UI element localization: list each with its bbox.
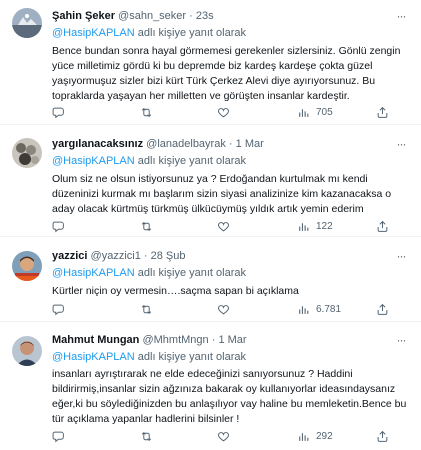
reply-context: @HasipKAPLAN adlı kişiye yanıt olarak bbox=[52, 267, 246, 279]
views-count: 705 bbox=[316, 106, 333, 118]
user-handle[interactable]: @lanadelbayrak bbox=[146, 138, 226, 150]
views-chart-icon bbox=[299, 432, 309, 441]
share-icon bbox=[377, 430, 388, 442]
tweet-header: Şahin Şeker @sahn_seker · 23s bbox=[52, 10, 393, 26]
tweet-text: Bence bundan sonra hayal görmemesi gerek… bbox=[52, 45, 401, 102]
views-button[interactable]: 6.781 bbox=[297, 301, 341, 317]
tweet[interactable]: Mahmut Mungan @MhmtMngn · 1 Mar ··· @Has… bbox=[0, 322, 421, 450]
heart-icon bbox=[218, 221, 229, 231]
more-dots-icon[interactable]: ··· bbox=[393, 250, 409, 265]
display-name[interactable]: yazzici bbox=[52, 250, 87, 262]
retweet-button[interactable] bbox=[140, 301, 153, 317]
avatar[interactable] bbox=[12, 336, 42, 366]
share-icon bbox=[377, 106, 388, 118]
views-count: 122 bbox=[316, 220, 333, 232]
tweet[interactable]: yazzici @yazzici1 · 28 Şub ··· @HasipKAP… bbox=[0, 237, 421, 322]
share-button[interactable] bbox=[376, 218, 389, 234]
reply-context-label: adlı kişiye yanıt olarak bbox=[137, 155, 246, 167]
display-name[interactable]: Şahin Şeker bbox=[52, 10, 115, 22]
reply-icon bbox=[52, 431, 64, 442]
reply-context: @HasipKAPLAN adlı kişiye yanıt olarak bbox=[52, 27, 246, 39]
tweet-header: yargılanacaksınız @lanadelbayrak · 1 Mar bbox=[52, 138, 393, 154]
mention-link[interactable]: @HasipKAPLAN bbox=[52, 155, 135, 167]
views-button[interactable]: 122 bbox=[297, 218, 333, 234]
timestamp[interactable]: 28 Şub bbox=[151, 250, 186, 262]
user-handle[interactable]: @yazzici1 bbox=[91, 250, 141, 262]
separator-dot: · bbox=[228, 138, 233, 150]
share-icon bbox=[377, 303, 388, 315]
like-button[interactable] bbox=[217, 104, 230, 120]
views-chart-icon bbox=[299, 222, 309, 231]
tweet-actions: 122 bbox=[52, 218, 407, 234]
heart-icon bbox=[218, 431, 229, 441]
tweet[interactable]: Şahin Şeker @sahn_seker · 23s ··· @Hasip… bbox=[0, 0, 421, 125]
retweet-button[interactable] bbox=[140, 104, 153, 120]
views-count: 6.781 bbox=[316, 303, 342, 315]
views-chart-icon bbox=[299, 305, 309, 314]
views-chart-icon bbox=[299, 108, 309, 117]
tweet-text: Kürtler niçin oy vermesin….saçma sapan b… bbox=[52, 285, 299, 297]
like-button[interactable] bbox=[217, 428, 230, 444]
separator-dot: · bbox=[211, 334, 216, 346]
separator-dot: · bbox=[189, 10, 193, 22]
tweet-header: Mahmut Mungan @MhmtMngn · 1 Mar bbox=[52, 334, 393, 350]
user-handle[interactable]: @MhmtMngn bbox=[142, 334, 208, 346]
avatar[interactable] bbox=[12, 138, 42, 168]
views-button[interactable]: 705 bbox=[297, 104, 333, 120]
share-icon bbox=[377, 220, 388, 232]
reply-context: @HasipKAPLAN adlı kişiye yanıt olarak bbox=[52, 155, 246, 167]
like-button[interactable] bbox=[217, 301, 230, 317]
reply-icon bbox=[52, 304, 64, 315]
retweet-icon bbox=[141, 221, 152, 231]
reply-icon bbox=[52, 107, 64, 118]
views-button[interactable]: 292 bbox=[297, 428, 333, 444]
share-button[interactable] bbox=[376, 104, 389, 120]
reply-button[interactable] bbox=[52, 428, 65, 444]
tweet[interactable]: yargılanacaksınız @lanadelbayrak · 1 Mar… bbox=[0, 125, 421, 237]
reply-context: @HasipKAPLAN adlı kişiye yanıt olarak bbox=[52, 351, 246, 363]
reply-icon bbox=[52, 221, 64, 232]
timestamp[interactable]: 1 Mar bbox=[218, 334, 246, 346]
mention-link[interactable]: @HasipKAPLAN bbox=[52, 27, 135, 39]
avatar[interactable] bbox=[12, 251, 42, 281]
tweet-actions: 292 bbox=[52, 428, 407, 444]
display-name[interactable]: yargılanacaksınız bbox=[52, 138, 143, 150]
more-dots-icon[interactable]: ··· bbox=[393, 334, 409, 349]
like-button[interactable] bbox=[217, 218, 230, 234]
display-name[interactable]: Mahmut Mungan bbox=[52, 334, 139, 346]
mention-link[interactable]: @HasipKAPLAN bbox=[52, 267, 135, 279]
reply-context-label: adlı kişiye yanıt olarak bbox=[137, 27, 246, 39]
avatar[interactable] bbox=[12, 8, 42, 38]
retweet-icon bbox=[141, 107, 152, 117]
retweet-button[interactable] bbox=[140, 428, 153, 444]
tweet-header: yazzici @yazzici1 · 28 Şub bbox=[52, 250, 393, 266]
heart-icon bbox=[218, 304, 229, 314]
heart-icon bbox=[218, 107, 229, 117]
mention-link[interactable]: @HasipKAPLAN bbox=[52, 351, 135, 363]
separator-dot: · bbox=[143, 250, 148, 262]
tweet-actions: 705 bbox=[52, 104, 407, 120]
reply-button[interactable] bbox=[52, 218, 65, 234]
share-button[interactable] bbox=[376, 428, 389, 444]
timestamp[interactable]: 23s bbox=[196, 10, 214, 22]
views-count: 292 bbox=[316, 430, 333, 442]
timestamp[interactable]: 1 Mar bbox=[236, 138, 264, 150]
retweet-icon bbox=[141, 304, 152, 314]
reply-button[interactable] bbox=[52, 301, 65, 317]
tweet-actions: 6.781 bbox=[52, 301, 407, 317]
user-handle[interactable]: @sahn_seker bbox=[118, 10, 186, 22]
more-dots-icon[interactable]: ··· bbox=[393, 138, 409, 153]
retweet-button[interactable] bbox=[140, 218, 153, 234]
reply-context-label: adlı kişiye yanıt olarak bbox=[137, 351, 246, 363]
more-dots-icon[interactable]: ··· bbox=[393, 10, 409, 25]
reply-context-label: adlı kişiye yanıt olarak bbox=[137, 267, 246, 279]
tweet-text: insanları ayrıştırarak ne elde edeceğini… bbox=[52, 368, 407, 425]
share-button[interactable] bbox=[376, 301, 389, 317]
retweet-icon bbox=[141, 431, 152, 441]
tweet-text: Olum siz ne olsun istiyorsunuz ya ? Erdo… bbox=[52, 173, 392, 215]
reply-button[interactable] bbox=[52, 104, 65, 120]
